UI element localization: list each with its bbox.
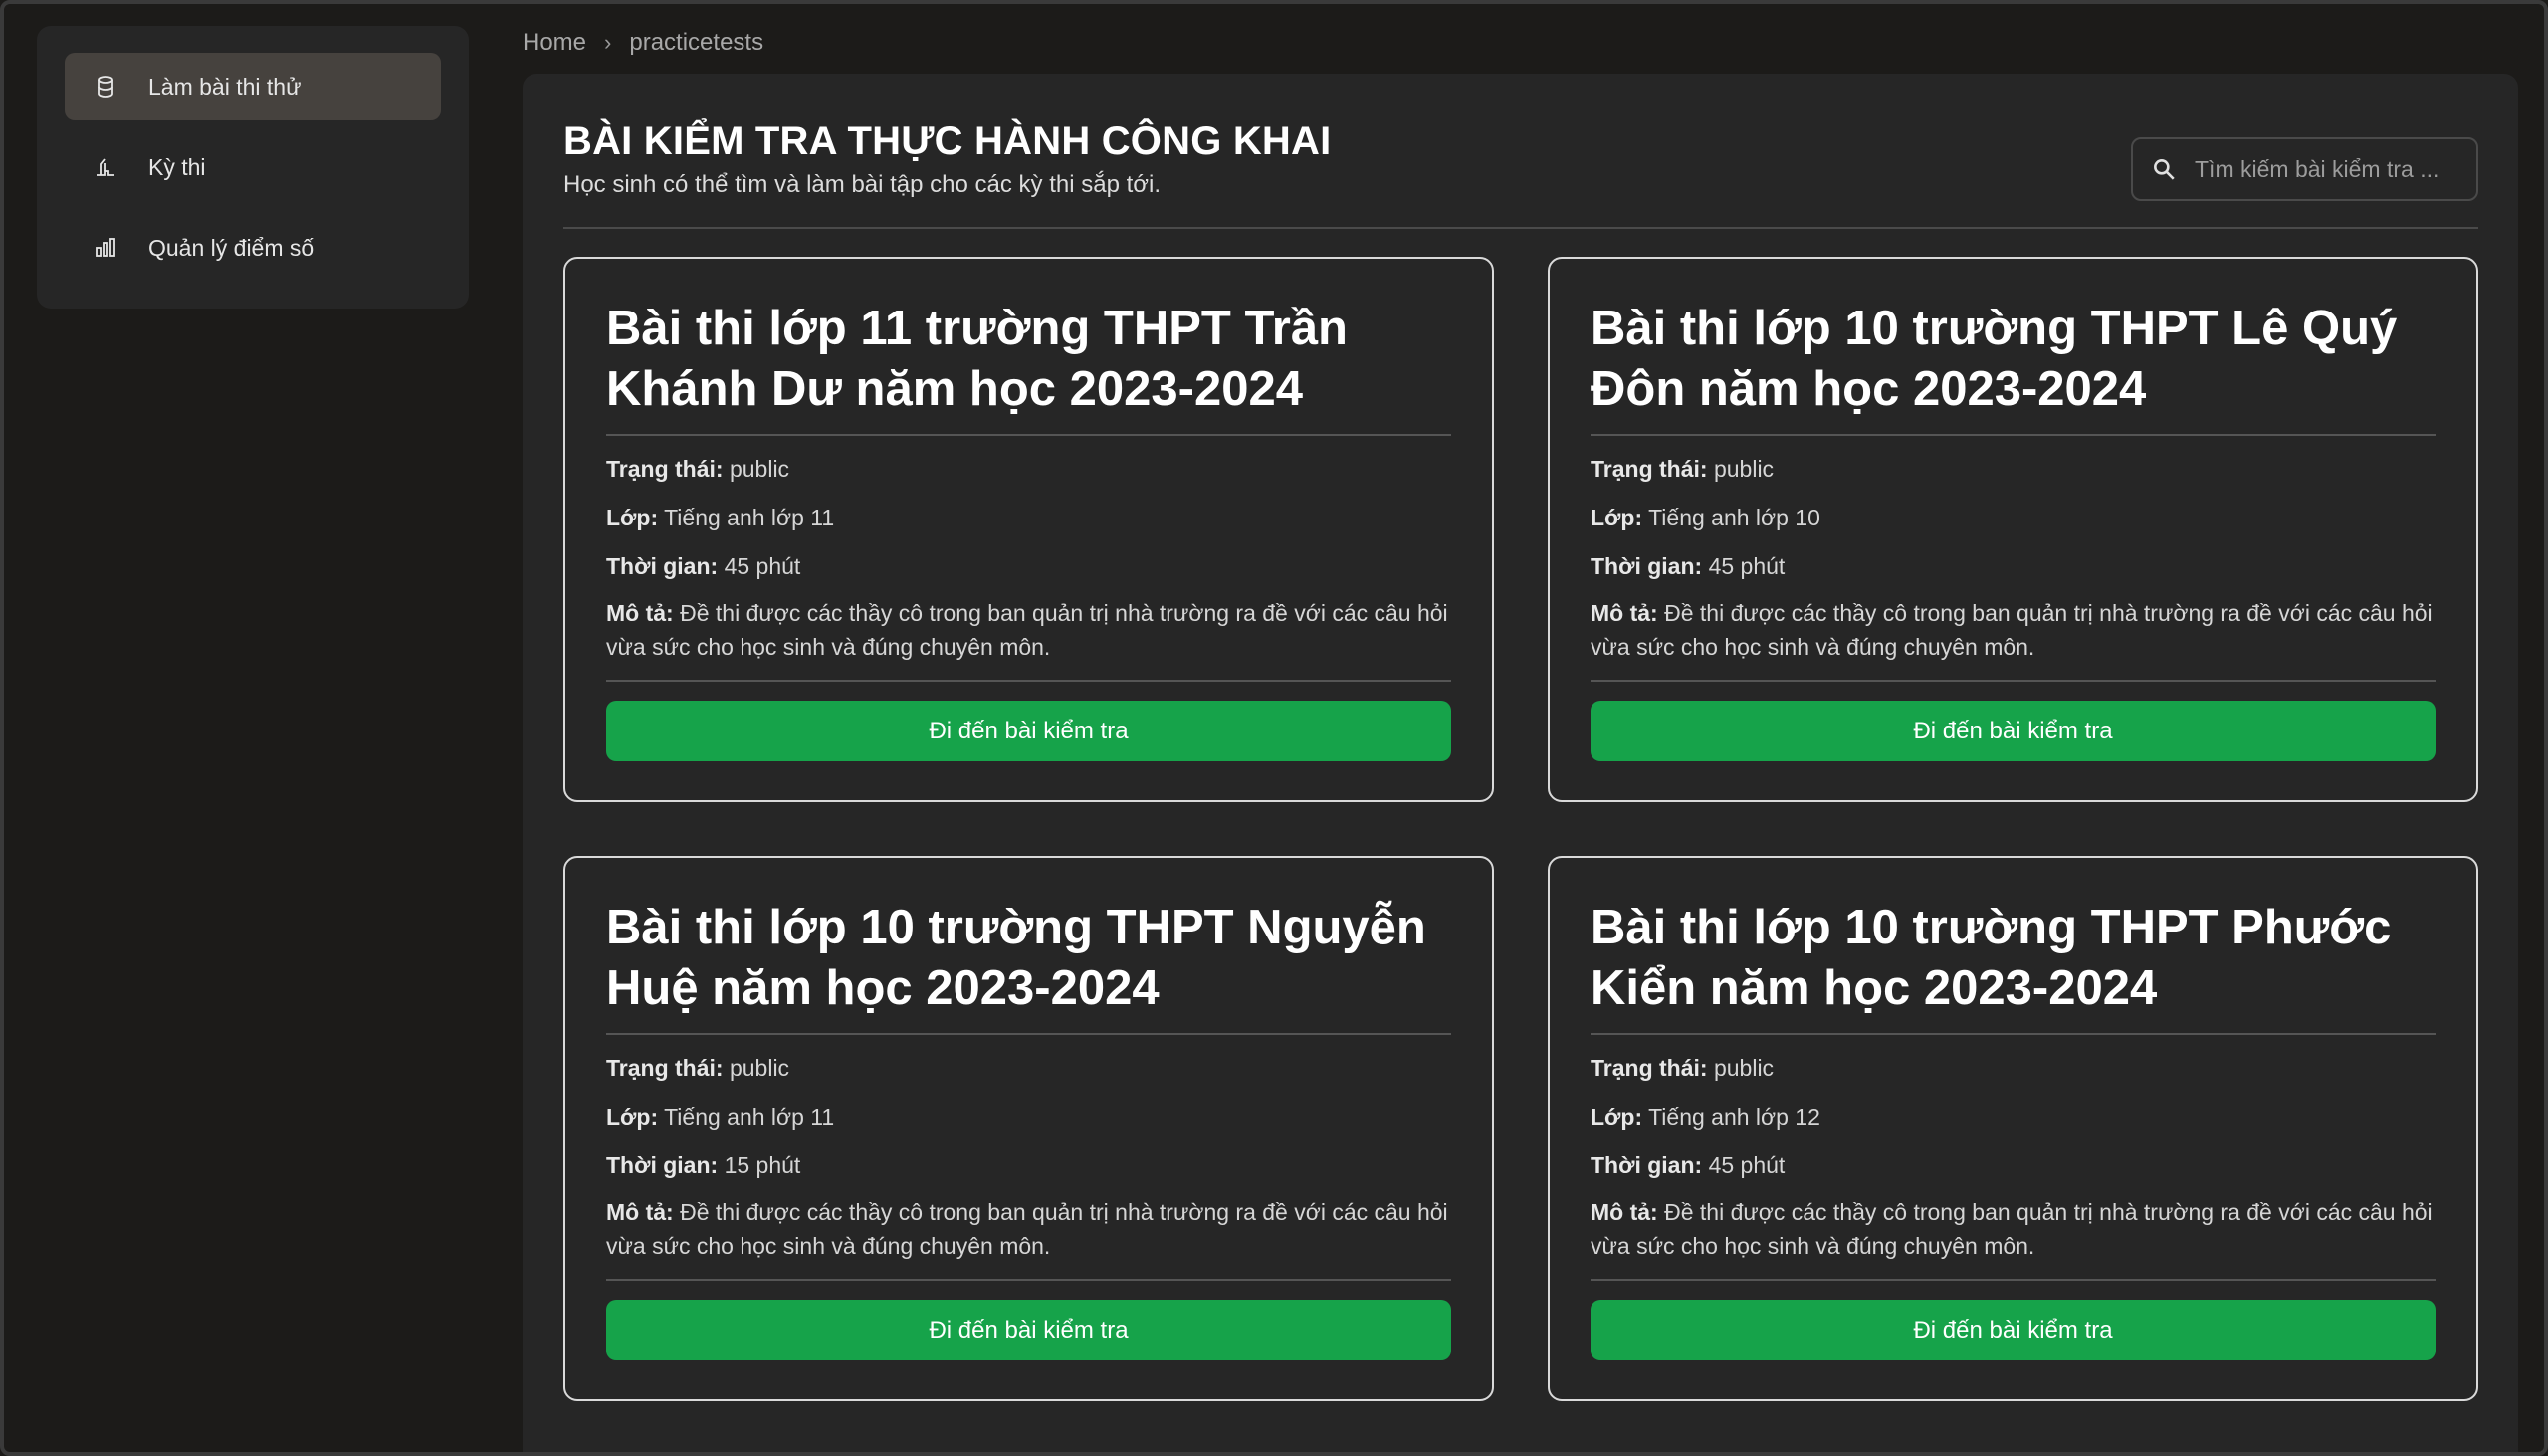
go-to-test-button[interactable]: Đi đến bài kiểm tra xyxy=(606,1300,1451,1360)
go-to-test-button[interactable]: Đi đến bài kiểm tra xyxy=(606,701,1451,761)
card-divider xyxy=(606,434,1451,436)
test-class: Lớp: Tiếng anh lớp 10 xyxy=(1591,505,1820,530)
test-status: Trạng thái: public xyxy=(606,456,790,482)
sidebar-item-score-management[interactable]: Quản lý điểm số xyxy=(65,214,441,282)
page-subtitle: Học sinh có thể tìm và làm bài tập cho c… xyxy=(563,171,1161,198)
test-card: Bài thi lớp 10 trường THPT Lê Quý Đôn nă… xyxy=(1548,257,2478,802)
card-divider xyxy=(606,1279,1451,1281)
test-time: Thời gian: 45 phút xyxy=(606,553,801,579)
test-card: Bài thi lớp 10 trường THPT Phước Kiển nă… xyxy=(1548,856,2478,1401)
test-status: Trạng thái: public xyxy=(1591,1055,1775,1081)
test-card: Bài thi lớp 11 trường THPT Trần Khánh Dư… xyxy=(563,257,1494,802)
chevron-right-icon: › xyxy=(604,30,612,55)
test-card-title: Bài thi lớp 10 trường THPT Phước Kiển nă… xyxy=(1591,901,2392,1015)
test-description: Mô tả: Đề thi được các thầy cô trong ban… xyxy=(1591,1199,2433,1259)
go-to-test-button[interactable]: Đi đến bài kiểm tra xyxy=(1591,701,2436,761)
test-status: Trạng thái: public xyxy=(606,1055,790,1081)
sidebar-item-practice-tests[interactable]: Làm bài thi thử xyxy=(65,53,441,120)
test-class: Lớp: Tiếng anh lớp 12 xyxy=(1591,1104,1820,1130)
card-divider xyxy=(606,1033,1451,1035)
test-class: Lớp: Tiếng anh lớp 11 xyxy=(606,1104,835,1130)
go-to-test-button[interactable]: Đi đến bài kiểm tra xyxy=(1591,1300,2436,1360)
page-title: BÀI KIỂM TRA THỰC HÀNH CÔNG KHAI xyxy=(563,119,1332,163)
breadcrumb: Home › practicetests xyxy=(523,26,763,60)
test-status: Trạng thái: public xyxy=(1591,456,1775,482)
sidebar-item-label: Làm bài thi thử xyxy=(148,73,302,100)
search-icon xyxy=(2154,159,2175,180)
test-description: Mô tả: Đề thi được các thầy cô trong ban… xyxy=(606,600,1448,660)
test-card: Bài thi lớp 10 trường THPT Nguyễn Huệ nă… xyxy=(563,856,1494,1401)
breadcrumb-home-link[interactable]: Home xyxy=(523,29,586,57)
app-window: Làm bài thi thử Kỳ thi Quản lý điểm số H… xyxy=(0,0,2548,1456)
sidebar-item-label: Kỳ thi xyxy=(148,153,206,180)
search-input[interactable] xyxy=(2195,155,2458,183)
header-divider xyxy=(563,227,2478,229)
sidebar-item-label: Quản lý điểm số xyxy=(148,234,315,261)
search-box[interactable] xyxy=(2131,137,2478,201)
test-time: Thời gian: 15 phút xyxy=(606,1152,801,1178)
test-card-title: Bài thi lớp 10 trường THPT Lê Quý Đôn nă… xyxy=(1591,302,2398,416)
card-divider xyxy=(1591,1033,2436,1035)
breadcrumb-current: practicetests xyxy=(629,29,764,56)
exam-icon xyxy=(93,154,118,180)
card-divider xyxy=(1591,434,2436,436)
main-panel: BÀI KIỂM TRA THỰC HÀNH CÔNG KHAI Học sin… xyxy=(523,74,2518,1452)
test-description: Mô tả: Đề thi được các thầy cô trong ban… xyxy=(1591,600,2433,660)
test-card-grid: Bài thi lớp 11 trường THPT Trần Khánh Dư… xyxy=(563,257,2478,1401)
card-divider xyxy=(606,680,1451,682)
sidebar-item-exams[interactable]: Kỳ thi xyxy=(65,133,441,201)
test-class: Lớp: Tiếng anh lớp 11 xyxy=(606,505,835,530)
test-description: Mô tả: Đề thi được các thầy cô trong ban… xyxy=(606,1199,1448,1259)
card-divider xyxy=(1591,680,2436,682)
bar-chart-icon xyxy=(93,235,118,261)
card-divider xyxy=(1591,1279,2436,1281)
test-time: Thời gian: 45 phút xyxy=(1591,553,1786,579)
database-icon xyxy=(93,74,118,100)
test-time: Thời gian: 45 phút xyxy=(1591,1152,1786,1178)
test-card-title: Bài thi lớp 10 trường THPT Nguyễn Huệ nă… xyxy=(606,901,1426,1015)
sidebar: Làm bài thi thử Kỳ thi Quản lý điểm số xyxy=(37,26,469,309)
test-card-title: Bài thi lớp 11 trường THPT Trần Khánh Dư… xyxy=(606,302,1348,416)
